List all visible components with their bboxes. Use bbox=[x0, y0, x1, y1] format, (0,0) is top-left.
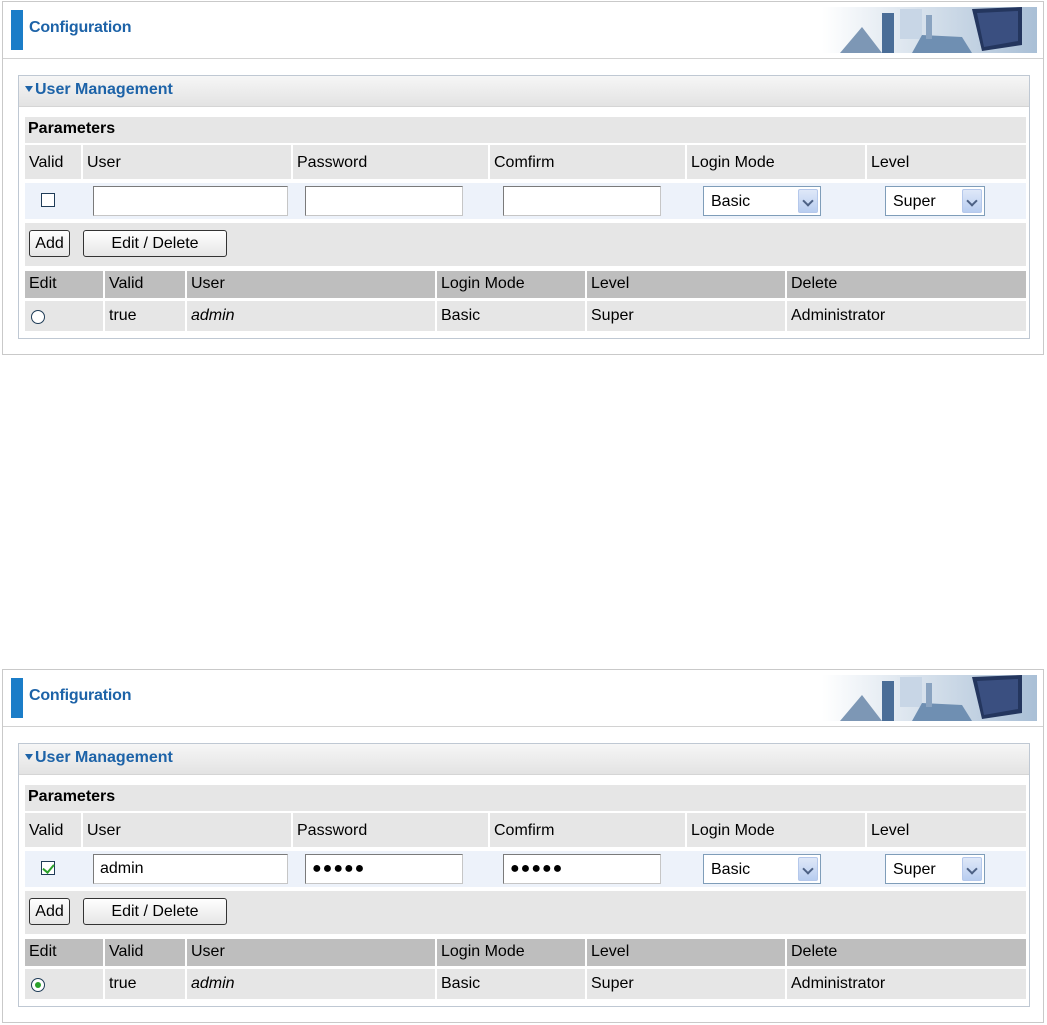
header-accent-bar bbox=[11, 10, 23, 50]
user-form-row: Basic Super bbox=[25, 183, 1026, 219]
list-col-valid: Valid bbox=[109, 275, 144, 292]
list-col-level: Level bbox=[591, 275, 630, 292]
user-list-header: Edit Valid User Login Mode Level Delete bbox=[25, 939, 1026, 966]
password-input[interactable] bbox=[305, 186, 463, 216]
panel-title-bar[interactable]: User Management bbox=[19, 744, 1029, 775]
header-accent-bar bbox=[11, 678, 23, 718]
col-valid: Valid bbox=[25, 145, 81, 179]
config-screen: Configuration User Management Parameters… bbox=[2, 669, 1044, 1023]
row-user: admin bbox=[191, 307, 235, 324]
collapse-triangle-icon[interactable] bbox=[25, 754, 33, 760]
config-screen: Configuration User Management Parameters… bbox=[2, 1, 1044, 355]
col-user: User bbox=[83, 145, 291, 179]
col-valid: Valid bbox=[25, 813, 81, 847]
user-form-row: admin ●●●●● ●●●●● Basic Super bbox=[25, 851, 1026, 887]
row-valid: true bbox=[109, 307, 137, 324]
radio-dot-icon bbox=[35, 982, 41, 988]
user-management-panel: User Management Parameters Valid User Pa… bbox=[18, 75, 1030, 339]
list-col-user: User bbox=[191, 943, 225, 960]
col-login-mode: Login Mode bbox=[687, 145, 865, 179]
button-row: Add Edit / Delete bbox=[25, 223, 1026, 266]
chevron-down-icon[interactable] bbox=[962, 857, 982, 881]
row-login-mode: Basic bbox=[441, 975, 481, 992]
row-login-mode: Basic bbox=[441, 307, 481, 324]
form-header-row: Valid User Password Comfirm Login Mode L… bbox=[25, 145, 1026, 179]
table-row: true admin Basic Super Administrator bbox=[25, 301, 1026, 331]
panel-title-bar[interactable]: User Management bbox=[19, 76, 1029, 107]
password-input[interactable]: ●●●●● bbox=[305, 854, 463, 884]
confirm-password-input[interactable] bbox=[503, 186, 661, 216]
collapse-triangle-icon[interactable] bbox=[25, 86, 33, 92]
panel-title: User Management bbox=[35, 749, 173, 766]
office-banner-icon bbox=[822, 7, 1037, 53]
level-select[interactable]: Super bbox=[885, 854, 985, 884]
row-level: Super bbox=[591, 975, 634, 992]
edit-delete-button[interactable]: Edit / Delete bbox=[83, 898, 227, 925]
table-row: true admin Basic Super Administrator bbox=[25, 969, 1026, 999]
user-management-panel: User Management Parameters Valid User Pa… bbox=[18, 743, 1030, 1007]
edit-delete-button[interactable]: Edit / Delete bbox=[83, 230, 227, 257]
list-col-edit: Edit bbox=[29, 943, 57, 960]
row-delete: Administrator bbox=[791, 307, 886, 324]
button-row: Add Edit / Delete bbox=[25, 891, 1026, 934]
parameters-section-header: Parameters bbox=[25, 785, 1026, 811]
login-mode-select[interactable]: Basic bbox=[703, 186, 821, 216]
login-mode-select[interactable]: Basic bbox=[703, 854, 821, 884]
col-level: Level bbox=[867, 813, 1026, 847]
list-col-user: User bbox=[191, 275, 225, 292]
list-col-delete: Delete bbox=[791, 275, 838, 292]
login-mode-value: Basic bbox=[711, 193, 751, 210]
parameters-label: Parameters bbox=[28, 120, 116, 137]
col-password: Password bbox=[293, 813, 488, 847]
panel-title: User Management bbox=[35, 81, 173, 98]
list-col-valid: Valid bbox=[109, 943, 144, 960]
edit-radio[interactable] bbox=[31, 978, 45, 992]
list-col-login-mode: Login Mode bbox=[441, 275, 525, 292]
row-delete: Administrator bbox=[791, 975, 886, 992]
parameters-label: Parameters bbox=[28, 788, 116, 805]
check-mark-icon bbox=[42, 861, 55, 874]
col-confirm: Comfirm bbox=[490, 813, 685, 847]
col-login-mode: Login Mode bbox=[687, 813, 865, 847]
page-header: Configuration bbox=[3, 2, 1043, 59]
col-confirm: Comfirm bbox=[490, 145, 685, 179]
level-value: Super bbox=[893, 861, 936, 878]
office-banner-icon bbox=[822, 675, 1037, 721]
login-mode-value: Basic bbox=[711, 861, 751, 878]
user-list-header: Edit Valid User Login Mode Level Delete bbox=[25, 271, 1026, 298]
add-button[interactable]: Add bbox=[29, 898, 70, 925]
list-col-level: Level bbox=[591, 943, 630, 960]
col-level: Level bbox=[867, 145, 1026, 179]
list-col-login-mode: Login Mode bbox=[441, 943, 525, 960]
page-header: Configuration bbox=[3, 670, 1043, 727]
level-value: Super bbox=[893, 193, 936, 210]
parameters-section-header: Parameters bbox=[25, 117, 1026, 143]
chevron-down-icon[interactable] bbox=[798, 189, 818, 213]
chevron-down-icon[interactable] bbox=[798, 857, 818, 881]
list-col-edit: Edit bbox=[29, 275, 57, 292]
col-user: User bbox=[83, 813, 291, 847]
page-title: Configuration bbox=[29, 19, 132, 36]
valid-checkbox[interactable] bbox=[41, 193, 55, 207]
row-user: admin bbox=[191, 975, 235, 992]
chevron-down-icon[interactable] bbox=[962, 189, 982, 213]
page-title: Configuration bbox=[29, 687, 132, 704]
col-password: Password bbox=[293, 145, 488, 179]
valid-checkbox[interactable] bbox=[41, 861, 55, 875]
row-level: Super bbox=[591, 307, 634, 324]
confirm-password-input[interactable]: ●●●●● bbox=[503, 854, 661, 884]
level-select[interactable]: Super bbox=[885, 186, 985, 216]
user-input[interactable] bbox=[93, 186, 288, 216]
add-button[interactable]: Add bbox=[29, 230, 70, 257]
list-col-delete: Delete bbox=[791, 943, 838, 960]
form-header-row: Valid User Password Comfirm Login Mode L… bbox=[25, 813, 1026, 847]
user-input[interactable]: admin bbox=[93, 854, 288, 884]
edit-radio[interactable] bbox=[31, 310, 45, 324]
row-valid: true bbox=[109, 975, 137, 992]
